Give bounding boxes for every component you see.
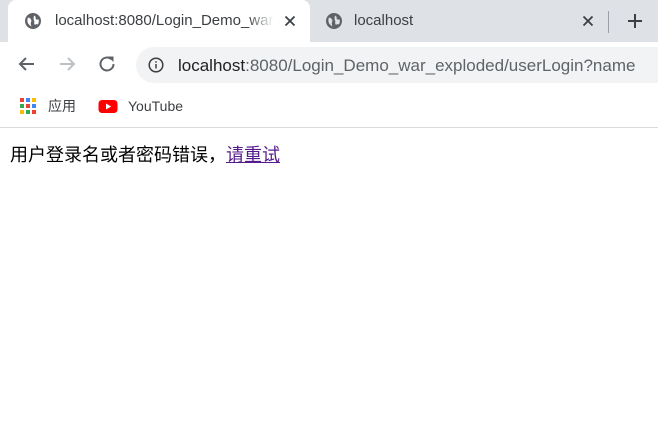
url-path: :8080/Login_Demo_war_exploded/userLogin?…	[245, 56, 636, 75]
close-tab-icon[interactable]	[580, 13, 596, 29]
back-arrow-icon[interactable]	[16, 53, 38, 75]
url-host: localhost	[178, 56, 246, 75]
bookmark-label: 应用	[48, 98, 76, 114]
bookmark-label: YouTube	[128, 98, 184, 114]
new-tab-icon[interactable]	[626, 12, 644, 30]
error-message: 用户登录名或者密码错误，请重试	[10, 141, 280, 167]
globe-icon	[326, 13, 342, 29]
tab-strip: localhost:8080/Login_Demo_war_exploded/u…	[0, 0, 658, 42]
address-bar[interactable]: localhost:8080/Login_Demo_war_exploded/u…	[136, 47, 658, 83]
globe-icon	[25, 13, 41, 29]
forward-arrow-icon[interactable]	[56, 53, 78, 75]
reload-icon[interactable]	[96, 53, 118, 75]
close-tab-icon[interactable]	[282, 13, 298, 29]
apps-grid-icon	[20, 98, 36, 114]
info-icon[interactable]	[148, 57, 164, 73]
tab-title: localhost	[354, 12, 414, 29]
tab-inactive[interactable]: localhost	[310, 0, 608, 42]
youtube-icon	[98, 100, 118, 113]
bookmark-youtube[interactable]: YouTube	[98, 96, 183, 116]
retry-link[interactable]: 请重试	[226, 145, 280, 166]
toolbar: localhost:8080/Login_Demo_war_exploded/u…	[0, 42, 658, 88]
url-text: localhost:8080/Login_Demo_war_exploded/u…	[178, 56, 635, 76]
bookmarks-bar: 应用 YouTube	[0, 88, 658, 128]
bookmark-apps[interactable]: 应用	[18, 96, 76, 116]
tab-separator	[608, 11, 609, 33]
tab-title: localhost:8080/Login_Demo_war_exploded/u…	[55, 12, 273, 29]
tab-active[interactable]: localhost:8080/Login_Demo_war_exploded/u…	[8, 0, 310, 42]
error-text: 用户登录名或者密码错误，	[10, 145, 226, 166]
tab-title-fade	[248, 8, 274, 34]
